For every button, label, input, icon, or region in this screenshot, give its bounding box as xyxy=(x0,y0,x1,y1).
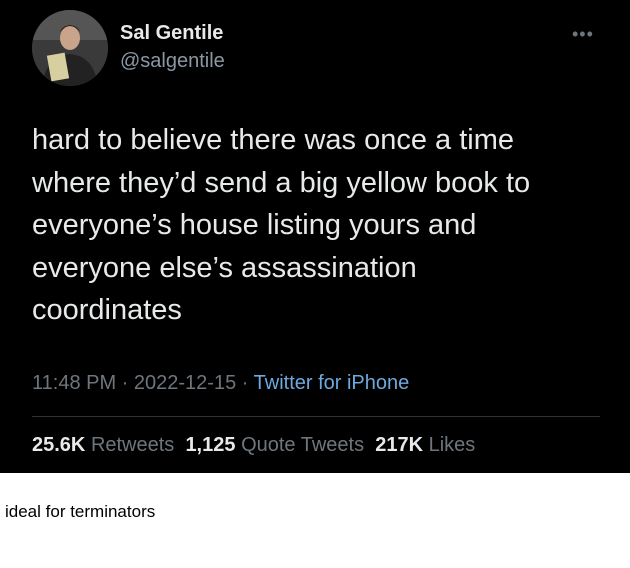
tweet-text: hard to believe there was once a time wh… xyxy=(32,119,602,332)
tweet-time[interactable]: 11:48 PM xyxy=(32,372,116,394)
author-name[interactable]: Sal Gentile xyxy=(120,22,223,45)
tweet-text-line: hard to believe there was once a time xyxy=(32,124,514,156)
avatar-photo xyxy=(32,10,108,86)
tweet-stats: 25.6K Retweets 1,125 Quote Tweets 217K L… xyxy=(32,434,475,457)
avatar[interactable] xyxy=(32,10,108,86)
tweet-text-line: coordinates xyxy=(32,294,182,326)
author-handle[interactable]: @salgentile xyxy=(120,50,225,73)
tweet-card: Sal Gentile @salgentile ••• hard to beli… xyxy=(0,0,630,473)
caption-text: ideal for terminators xyxy=(5,502,156,521)
likes-count: 217K xyxy=(375,434,424,456)
more-options-icon[interactable]: ••• xyxy=(572,24,594,45)
likes-label: Likes xyxy=(428,434,476,456)
quote-tweets-stat[interactable]: 1,125 Quote Tweets xyxy=(185,434,364,456)
quote-tweets-label: Quote Tweets xyxy=(241,434,365,456)
retweets-label: Retweets xyxy=(90,434,175,456)
tweet-text-line: everyone else’s assassination xyxy=(32,251,417,284)
meta-separator: · xyxy=(116,372,134,394)
retweets-count: 25.6K xyxy=(32,434,86,456)
tweet-text-line: everyone’s house listing yours and xyxy=(32,209,477,241)
retweets-stat[interactable]: 25.6K Retweets xyxy=(32,434,174,456)
divider xyxy=(32,416,600,417)
quote-tweets-count: 1,125 xyxy=(185,434,236,456)
tweet-source-link[interactable]: Twitter for iPhone xyxy=(254,372,410,394)
meta-separator: · xyxy=(236,372,254,394)
tweet-date[interactable]: 2022-12-15 xyxy=(134,372,236,394)
tweet-text-line: where they’d send a big yellow book to xyxy=(32,166,531,199)
tweet-meta: 11:48 PM · 2022-12-15 · Twitter for iPho… xyxy=(32,372,409,395)
likes-stat[interactable]: 217K Likes xyxy=(375,434,475,456)
